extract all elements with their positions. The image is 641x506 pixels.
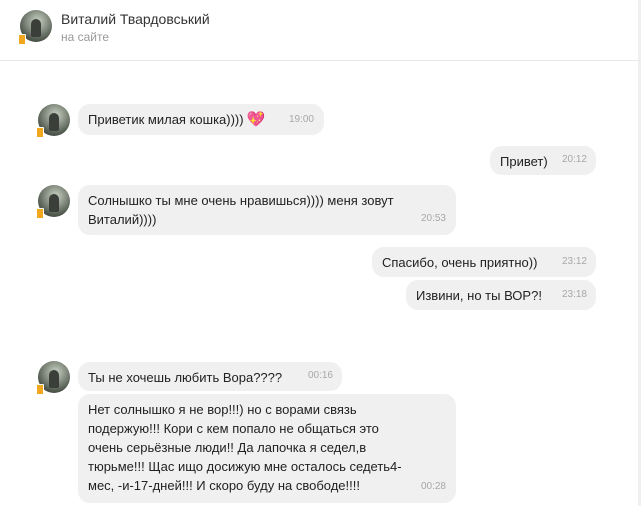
message-text: Извини, но ты ВОР?!: [416, 288, 542, 303]
avatar-photo: [49, 194, 59, 212]
message-bubble-incoming[interactable]: Приветик милая кошка)))) 💖 19:00: [78, 104, 324, 135]
sparkling-heart-icon: 💖: [246, 111, 266, 128]
message-text: Солнышко ты мне очень нравишься)))) меня…: [88, 193, 394, 227]
avatar-photo: [49, 370, 59, 388]
avatar-photo: [31, 19, 41, 37]
message-bubble-outgoing[interactable]: Спасибо, очень приятно)) 23:12: [372, 247, 596, 277]
mobile-online-icon: [36, 127, 44, 138]
mobile-online-icon: [18, 34, 26, 45]
contact-status: на сайте: [61, 30, 110, 44]
contact-name[interactable]: Виталий Твардовський: [61, 11, 210, 27]
message-time: 00:16: [307, 370, 333, 381]
message-bubble-outgoing[interactable]: Привет) 20:12: [490, 146, 596, 175]
mobile-online-icon: [36, 208, 44, 219]
message-text: Приветик милая кошка)))) 💖: [88, 111, 266, 128]
message-time: 19:00: [288, 114, 314, 125]
message-time: 23:18: [561, 289, 587, 300]
message-bubble-incoming[interactable]: Нет солнышко я не вор!!!) но с ворами св…: [78, 394, 456, 503]
message-text: Нет солнышко я не вор!!!) но с ворами св…: [88, 402, 402, 493]
message-bubble-incoming[interactable]: Солнышко ты мне очень нравишься)))) меня…: [78, 185, 456, 235]
mobile-online-icon: [36, 384, 44, 395]
message-time: 23:12: [561, 256, 587, 267]
message-bubble-incoming[interactable]: Ты не хочешь любить Вора???? 00:16: [78, 362, 342, 391]
message-time: 00:28: [420, 481, 446, 492]
header-divider: [0, 60, 641, 61]
message-time: 20:53: [420, 213, 446, 224]
message-text: Привет): [500, 154, 548, 169]
message-text: Спасибо, очень приятно)): [382, 255, 538, 270]
message-bubble-outgoing[interactable]: Извини, но ты ВОР?! 23:18: [406, 280, 596, 310]
avatar-photo: [49, 113, 59, 131]
message-text: Ты не хочешь любить Вора????: [88, 370, 283, 385]
message-time: 20:12: [561, 154, 587, 165]
